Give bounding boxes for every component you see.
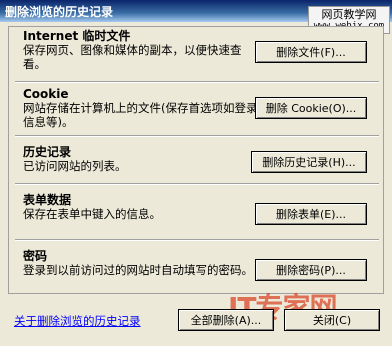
separator xyxy=(15,239,379,241)
delete-cookie-button[interactable]: 删除 Cookie(O)... xyxy=(255,97,367,119)
delete-all-button[interactable]: 全部删除(A)... xyxy=(178,309,274,331)
separator xyxy=(15,183,379,185)
delete-history-button[interactable]: 删除历史记录(H)... xyxy=(251,151,367,173)
delete-files-button[interactable]: 删除文件(F)... xyxy=(255,41,367,63)
window-title: 删除浏览的历史记录 xyxy=(5,4,114,19)
delete-forms-button[interactable]: 删除表单(E)... xyxy=(255,203,367,225)
section-desc: 登录到以前访问过的网站时自动填写的密码。 xyxy=(23,263,253,277)
options-panel: Internet 临时文件 保存网页、图像和媒体的副本，以便快速查看。 删除文件… xyxy=(8,26,384,294)
separator xyxy=(15,81,379,83)
section-desc: 保存网页、图像和媒体的副本，以便快速查看。 xyxy=(23,43,242,71)
about-deleting-history-link[interactable]: 关于删除浏览的历史记录 xyxy=(14,313,141,329)
section-desc: 网站存储在计算机上的文件(保存首选项如登录信息等)。 xyxy=(23,101,258,129)
close-button[interactable]: 关闭(C) xyxy=(284,309,380,331)
section-desc: 保存在表单中键入的信息。 xyxy=(23,207,161,221)
separator xyxy=(15,135,379,137)
delete-passwords-button[interactable]: 删除密码(P)... xyxy=(255,259,367,281)
watermark-line1: 网页教学网 xyxy=(321,8,377,21)
section-desc: 已访问网站的列表。 xyxy=(23,159,127,173)
